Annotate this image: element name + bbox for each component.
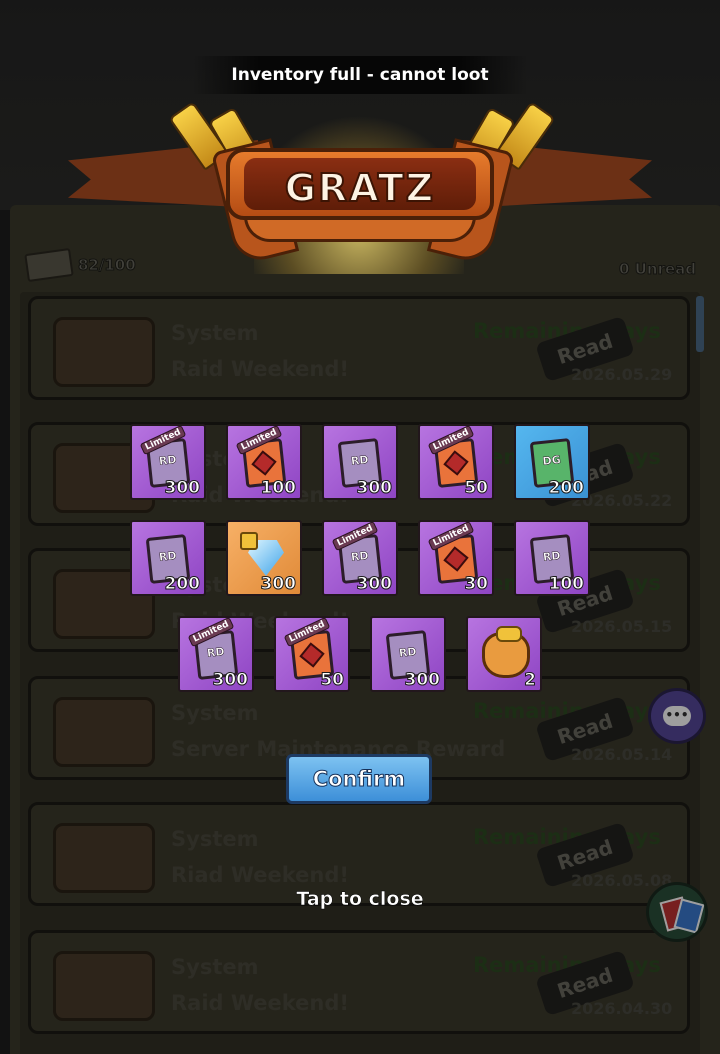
reward-item-dg-ticket[interactable]: DG 200 — [514, 424, 590, 500]
ticket-label: RD — [350, 549, 370, 564]
reward-item-rd-ticket[interactable]: RD Limited 300 — [130, 424, 206, 500]
reward-quantity: 300 — [356, 478, 392, 499]
reward-quantity: 50 — [320, 670, 345, 691]
reward-quantity: 50 — [464, 478, 489, 499]
reward-item-rd-ticket[interactable]: RD Limited 300 — [322, 520, 398, 596]
ticket-label: RD — [158, 549, 178, 564]
confirm-button[interactable]: Confirm — [286, 754, 432, 804]
reward-quantity: 100 — [548, 574, 584, 595]
reward-quantity: 300 — [260, 574, 296, 595]
toast-message: Inventory full - cannot loot — [192, 56, 528, 94]
reward-quantity: 300 — [212, 670, 248, 691]
reward-item-gold-pouch[interactable]: 2 — [466, 616, 542, 692]
reward-item-rd-ticket[interactable]: RD 300 — [322, 424, 398, 500]
ticket-label: DG — [542, 453, 562, 468]
reward-quantity: 300 — [404, 670, 440, 691]
popup-title: GRATZ — [284, 165, 436, 211]
ticket-label: RD — [542, 549, 562, 564]
reward-quantity: 300 — [164, 478, 200, 499]
reward-item-limited-ticket[interactable]: Limited 50 — [274, 616, 350, 692]
title-plaque: GRATZ — [226, 148, 494, 220]
reward-item-limited-ticket[interactable]: Limited 30 — [418, 520, 494, 596]
reward-quantity: 200 — [548, 478, 584, 499]
ticket-label: RD — [350, 453, 370, 468]
ticket-label: RD — [158, 453, 178, 468]
gratz-banner: GRATZ — [64, 96, 656, 276]
tap-to-close-hint: Tap to close — [296, 888, 424, 911]
reward-quantity: 2 — [524, 670, 537, 691]
reward-item-locked-diamond[interactable]: 300 — [226, 520, 302, 596]
ticket-label: RD — [398, 645, 418, 660]
ticket-label: RD — [206, 645, 226, 660]
reward-quantity: 30 — [464, 574, 489, 595]
reward-item-limited-ticket[interactable]: Limited 50 — [418, 424, 494, 500]
reward-item-rd-ticket[interactable]: RD Limited 300 — [178, 616, 254, 692]
lock-icon — [240, 532, 258, 550]
reward-item-limited-ticket[interactable]: Limited 100 — [226, 424, 302, 500]
reward-item-rd-ticket[interactable]: RD 100 — [514, 520, 590, 596]
reward-item-rd-ticket[interactable]: RD 300 — [370, 616, 446, 692]
game-screen: 82/100 0 Unread System Raid Weekend! Remai… — [0, 0, 720, 1054]
reward-item-rd-ticket[interactable]: RD 200 — [130, 520, 206, 596]
reward-quantity: 100 — [260, 478, 296, 499]
reward-quantity: 300 — [356, 574, 392, 595]
reward-quantity: 200 — [164, 574, 200, 595]
